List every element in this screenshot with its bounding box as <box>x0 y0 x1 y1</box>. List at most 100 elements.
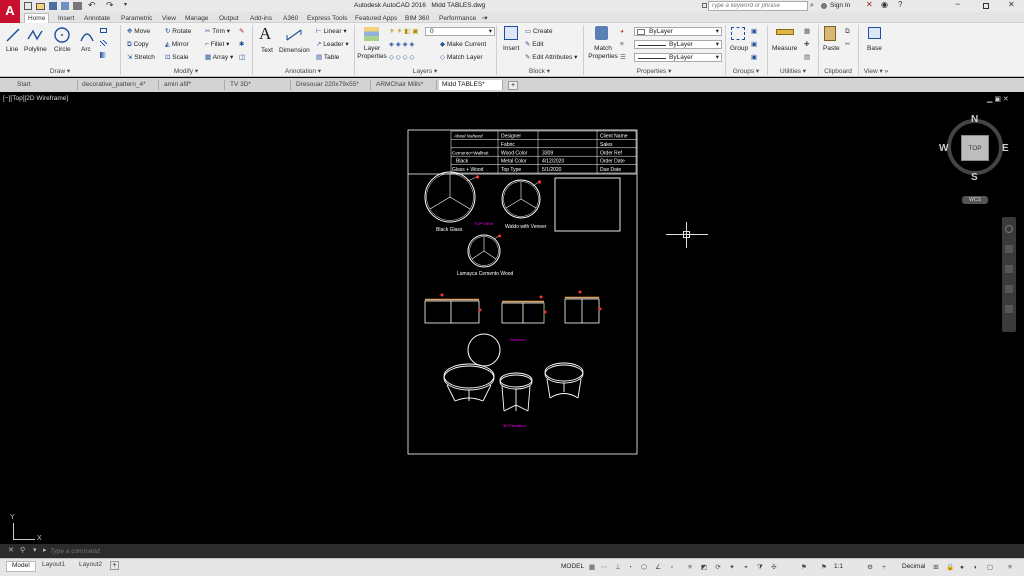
command-close-icon[interactable]: ✕ <box>8 547 14 554</box>
new-tab-button[interactable]: + <box>508 81 518 90</box>
a360-icon[interactable]: ◉ <box>881 1 888 9</box>
sign-in-link[interactable]: Sign In <box>830 2 850 10</box>
model-space-toggle[interactable]: MODEL <box>561 563 584 571</box>
minimize-icon[interactable]: − <box>955 0 960 9</box>
pan-icon[interactable] <box>1005 245 1013 253</box>
view-panel-label[interactable]: View ▾ » <box>859 67 893 76</box>
layer-dropdown[interactable]: 0 ▾ <box>425 27 495 36</box>
doc-tab-dresouar[interactable]: Dresouar 220x79x55* <box>293 80 371 90</box>
full-navigation-wheel-icon[interactable] <box>1005 225 1013 233</box>
object-snap-icon[interactable]: ▫ <box>668 563 676 572</box>
doc-tab-amin-afif[interactable]: amin afif* <box>161 80 225 90</box>
offset-icon[interactable]: ◫ <box>239 54 245 62</box>
linetype-dropdown[interactable]: ByLayer ▾ <box>634 40 722 49</box>
selection-cycling-icon[interactable]: ⟳ <box>714 563 722 572</box>
group-edit-icon[interactable]: ▣ <box>751 41 757 49</box>
plot-icon[interactable] <box>73 2 82 10</box>
save-icon[interactable] <box>49 2 57 10</box>
layout-tab-model[interactable]: Model <box>6 561 36 572</box>
layer-properties-icon[interactable] <box>364 27 379 41</box>
sheet-drawing[interactable]: Aheel Naheed Designer Client Name Fabric… <box>407 129 639 456</box>
compass-west[interactable]: W <box>939 144 948 154</box>
groups-panel-label[interactable]: Groups ▾ <box>726 67 766 76</box>
layer-tools-icons-2[interactable]: ◇ ◇ ◇ ◇ <box>389 54 414 62</box>
draw-panel-label[interactable]: Draw ▾ <box>0 67 120 76</box>
layout-tab-layout1[interactable]: Layout1 <box>42 561 65 569</box>
autocad-logo-icon[interactable]: A <box>0 0 20 23</box>
compass-north[interactable]: N <box>971 115 978 125</box>
doc-tab-decorative-pattern[interactable]: decorative_pattern_4* <box>79 80 159 90</box>
stretch-button[interactable]: ⇲ Stretch <box>127 54 155 62</box>
paste-icon[interactable] <box>824 26 836 41</box>
tab-bim-360[interactable]: BIM 360 <box>405 14 429 23</box>
doc-tab-midd-tables[interactable]: Midd TABLES* <box>439 80 503 90</box>
polyline-icon[interactable] <box>26 27 44 43</box>
insert-icon[interactable] <box>504 26 518 40</box>
edit-button[interactable]: ✎ Edit <box>525 41 543 49</box>
doc-tab-tv-3d[interactable]: TV 3D* <box>227 80 291 90</box>
create-button[interactable]: ▭ Create <box>525 28 552 36</box>
annotation-visibility-icon[interactable]: ⚑ <box>800 563 808 572</box>
quick-calc-icon[interactable]: ▦ <box>804 28 810 36</box>
wcs-dropdown[interactable]: WCS <box>962 196 988 204</box>
zoom-extents-icon[interactable] <box>1005 265 1013 273</box>
tab-insert[interactable]: Insert <box>58 14 74 23</box>
edit-attributes-button[interactable]: ✎ Edit Attributes ▾ <box>525 54 577 62</box>
quick-properties-icon[interactable]: ⊞ <box>932 563 940 572</box>
units-display[interactable]: Decimal <box>902 563 925 571</box>
clipboard-panel-label[interactable]: Clipboard <box>819 67 857 76</box>
base-button[interactable]: Base <box>867 45 882 53</box>
tab-manage[interactable]: Manage <box>185 14 209 23</box>
lock-ui-icon[interactable]: 🔒 <box>946 563 954 572</box>
tab-add-ins[interactable]: Add-ins <box>250 14 272 23</box>
tab-a360[interactable]: A360 <box>283 14 298 23</box>
tab-output[interactable]: Output <box>219 14 239 23</box>
utilities-panel-label[interactable]: Utilities ▾ <box>768 67 818 76</box>
group-select-icon[interactable]: ▣ <box>751 54 757 62</box>
viewcube[interactable]: N S W E TOP WCS <box>938 112 1012 212</box>
scale-button[interactable]: ⊡ Scale <box>165 54 189 62</box>
insert-button[interactable]: Insert <box>503 45 519 53</box>
rotate-button[interactable]: ↻ Rotate <box>165 28 191 36</box>
clean-screen-icon[interactable]: ▢ <box>986 563 994 572</box>
save-as-icon[interactable] <box>61 2 69 10</box>
id-point-icon[interactable]: ✚ <box>804 41 809 49</box>
hatch-icon[interactable] <box>100 40 107 46</box>
showmotion-icon[interactable] <box>1005 305 1013 313</box>
text-icon[interactable]: A <box>259 25 271 42</box>
match-layer-button[interactable]: ◇ Match Layer <box>440 54 483 62</box>
annotation-monitor-icon[interactable]: + <box>880 563 888 572</box>
workspace-gear-icon[interactable]: ⚙ <box>866 563 874 572</box>
drawing-canvas[interactable]: [−][Top][2D Wireframe] ▁ ▣ ✕ Aheel Nahee… <box>0 92 1024 544</box>
layer-tools-icons[interactable]: ◈ ◈ ◈ ◈ <box>389 41 414 49</box>
isolate-objects-icon[interactable]: ● <box>958 563 966 572</box>
tab-parametric[interactable]: Parametric <box>121 14 152 23</box>
lineweight-icon[interactable]: ☰ <box>620 54 626 62</box>
block-panel-label[interactable]: Block ▾ <box>497 67 582 76</box>
redo-icon[interactable]: ↷ <box>106 1 114 10</box>
move-button[interactable]: ✥ Move <box>127 28 150 36</box>
cut-icon[interactable]: ✂ <box>845 41 850 49</box>
line-icon[interactable] <box>5 27 21 43</box>
group-icon[interactable] <box>731 27 745 40</box>
text-button[interactable]: Text <box>261 47 273 55</box>
color-dropdown[interactable]: ByLayer ▾ <box>634 27 722 36</box>
close-icon[interactable]: ✕ <box>1008 1 1015 9</box>
layers-panel-label[interactable]: Layers ▾ <box>355 67 495 76</box>
compass-south[interactable]: S <box>971 173 978 183</box>
lineweight-display-icon[interactable]: ≡ <box>686 563 694 572</box>
array-button[interactable]: ▦ Array ▾ <box>205 54 233 62</box>
trim-button[interactable]: ✂ Trim ▾ <box>205 28 230 36</box>
dynamic-ucs-icon[interactable]: ⌖ <box>742 563 750 572</box>
layout-tab-layout2[interactable]: Layout2 <box>79 561 102 569</box>
transparency-icon[interactable]: ◩ <box>700 563 708 572</box>
fillet-button[interactable]: ⌐ Fillet ▾ <box>205 41 229 49</box>
viewcube-top-face[interactable]: TOP <box>961 135 989 161</box>
measure-icon[interactable] <box>776 29 794 35</box>
base-view-icon[interactable] <box>868 27 881 39</box>
modify-panel-label[interactable]: Modify ▾ <box>121 67 251 76</box>
dimension-button[interactable]: Dimension <box>279 47 310 55</box>
table-button[interactable]: ▤ Table <box>316 54 339 62</box>
dimension-icon[interactable] <box>284 26 304 44</box>
arc-icon[interactable] <box>78 27 96 43</box>
